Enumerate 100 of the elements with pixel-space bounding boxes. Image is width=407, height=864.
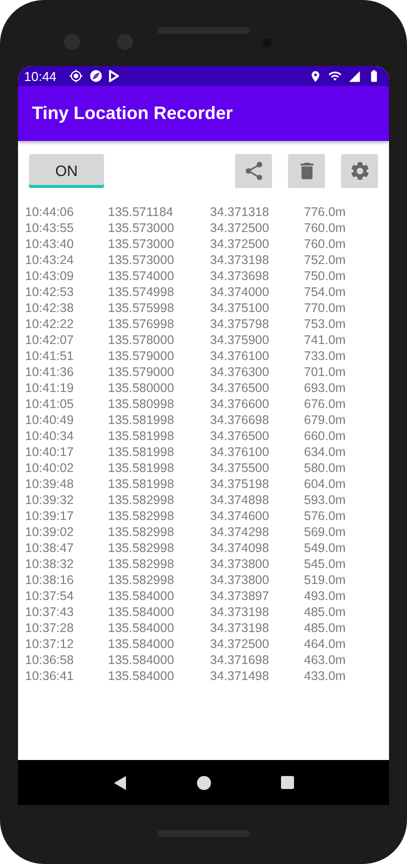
record-cell-text: 34.375500 xyxy=(210,461,270,475)
record-cell-text: 10:42:07 xyxy=(25,333,75,347)
record-cell-text: 135.581998 xyxy=(108,461,176,475)
record-cell-text: 604.0m xyxy=(304,477,347,491)
record-cell-text: 34.375100 xyxy=(210,301,270,315)
record-cell-text: 135.584000 xyxy=(108,589,176,603)
record-cell-text: 135.580998 xyxy=(108,397,176,411)
record-cell-text: 10:36:58 xyxy=(25,653,75,667)
record-cell-text: 135.582998 xyxy=(108,493,176,507)
record-cell-text: 10:39:17 xyxy=(25,509,75,523)
record-cell-text: 34.371318 xyxy=(210,205,270,219)
record-cell-text: 770.0m xyxy=(304,301,347,315)
record-cell-text: 752.0m xyxy=(304,253,347,267)
record-cell-text: 10:39:32 xyxy=(25,493,75,507)
record-cell-text: 519.0m xyxy=(304,573,347,587)
record-cell-text: 10:37:54 xyxy=(25,589,75,603)
record-cell-text: 135.581998 xyxy=(108,445,176,459)
record-cell-text: 34.373698 xyxy=(210,269,270,283)
record-cell-text: 34.372500 xyxy=(210,221,270,235)
record-cell-text: 135.582998 xyxy=(108,557,176,571)
record-cell-text: 580.0m xyxy=(304,461,347,475)
settings-icon xyxy=(348,160,370,182)
record-cell-text: 776.0m xyxy=(304,205,347,219)
record-cell-text: 10:40:49 xyxy=(25,413,75,427)
record-cell-text: 34.376600 xyxy=(210,397,270,411)
record-cell-text: 135.584000 xyxy=(108,605,176,619)
record-cell-text: 34.373800 xyxy=(210,557,270,571)
record-cell-text: 676.0m xyxy=(304,397,347,411)
record-cell-text: 34.371498 xyxy=(210,669,270,683)
record-cell-text: 10:44:06 xyxy=(25,205,75,219)
record-cell-text: 733.0m xyxy=(304,349,347,363)
record-cell-text: 10:43:09 xyxy=(25,269,75,283)
record-cell-text: 135.575998 xyxy=(108,301,176,315)
record-cell-text: 34.373198 xyxy=(210,253,270,267)
record-cell-text: 34.371698 xyxy=(210,653,270,667)
record-cell-text: 34.376100 xyxy=(210,349,270,363)
status-time: 10:44 xyxy=(24,68,57,84)
record-cell-text: 135.574000 xyxy=(108,269,176,283)
record-cell-text: 10:43:40 xyxy=(25,237,75,251)
record-cell-text: 10:42:53 xyxy=(25,285,75,299)
toggle-button[interactable]: ON xyxy=(29,154,104,188)
record-cell-text: 549.0m xyxy=(304,541,347,555)
record-cell-text: 433.0m xyxy=(304,669,347,683)
record-cell-text: 10:38:47 xyxy=(25,541,75,555)
record-cell-text: 34.374298 xyxy=(210,525,270,539)
record-cell-text: 34.374098 xyxy=(210,541,270,555)
record-cell-text: 760.0m xyxy=(304,221,347,235)
record-cell-text: 34.373198 xyxy=(210,605,270,619)
record-cell-text: 135.573000 xyxy=(108,253,176,267)
record-cell-text: 10:37:12 xyxy=(25,637,75,651)
record-cell-text: 10:37:43 xyxy=(25,605,75,619)
record-cell-text: 10:40:17 xyxy=(25,445,75,459)
record-cell-text: 10:36:41 xyxy=(25,669,75,683)
record-cell-text: 34.375798 xyxy=(210,317,270,331)
record-cell-text: 135.573000 xyxy=(108,237,176,251)
record-cell-text: 34.374000 xyxy=(210,285,270,299)
record-cell-text: 34.375198 xyxy=(210,477,270,491)
delete-button[interactable] xyxy=(288,154,325,188)
record-cell-text: 135.580000 xyxy=(108,381,176,395)
record-cell-text: 135.584000 xyxy=(108,637,176,651)
record-cell-text: 10:40:34 xyxy=(25,429,75,443)
record-cell-text: 34.376100 xyxy=(210,445,270,459)
record-cell-text: 34.376300 xyxy=(210,365,270,379)
settings-button[interactable] xyxy=(341,154,378,188)
record-cell-text: 135.571184 xyxy=(108,205,174,219)
crosshair-icon xyxy=(68,69,83,83)
home-icon[interactable] xyxy=(197,776,211,790)
record-cell-text: 569.0m xyxy=(304,525,347,539)
record-cell-text: 34.376500 xyxy=(210,381,270,395)
record-cell-text: 464.0m xyxy=(304,637,347,651)
record-cell-text: 34.373198 xyxy=(210,621,270,635)
record-cell-text: 34.374600 xyxy=(210,509,270,523)
record-cell-text: 135.581998 xyxy=(108,413,176,427)
record-cell-text: 10:39:48 xyxy=(25,477,75,491)
app-title: Tiny Location Recorder xyxy=(32,103,233,124)
compass-icon xyxy=(88,69,103,83)
record-cell-text: 135.584000 xyxy=(108,669,176,683)
record-cell-text: 135.584000 xyxy=(108,653,176,667)
record-cell-text: 10:41:05 xyxy=(25,397,75,411)
record-cell-text: 135.582998 xyxy=(108,509,176,523)
record-cell-text: 135.582998 xyxy=(108,541,176,555)
record-cell-text: 10:41:19 xyxy=(25,381,75,395)
record-cell-text: 679.0m xyxy=(304,413,347,427)
record-cell-text: 485.0m xyxy=(304,621,347,635)
record-cell-text: 135.573000 xyxy=(108,221,176,235)
record-cell-text: 34.372500 xyxy=(210,637,270,651)
record-cell-text: 10:39:02 xyxy=(25,525,75,539)
record-cell-text: 10:42:22 xyxy=(25,317,75,331)
record-cell-text: 693.0m xyxy=(304,381,347,395)
record-cell-text: 10:43:55 xyxy=(25,221,75,235)
record-cell-text: 34.375900 xyxy=(210,333,270,347)
record-cell-text: 634.0m xyxy=(304,445,347,459)
share-button[interactable] xyxy=(235,154,272,188)
record-cell-text: 753.0m xyxy=(304,317,347,331)
play-icon xyxy=(108,70,119,82)
back-icon[interactable] xyxy=(113,774,127,790)
record-cell-text: 135.578000 xyxy=(108,333,176,347)
record-cell-text: 34.373800 xyxy=(210,573,270,587)
record-cell-text: 485.0m xyxy=(304,605,347,619)
record-cell-text: 135.584000 xyxy=(108,621,176,635)
